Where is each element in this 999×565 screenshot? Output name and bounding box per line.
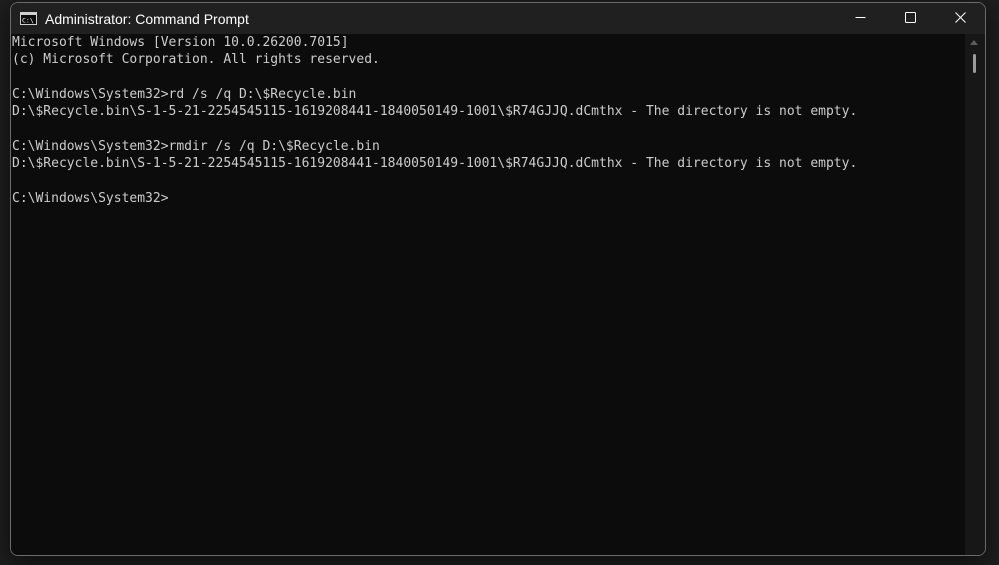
terminal-output[interactable]: Microsoft Windows [Version 10.0.26200.70…	[11, 34, 965, 555]
terminal-line: C:\Windows\System32>rd /s /q D:\$Recycle…	[12, 86, 357, 102]
maximize-button[interactable]	[885, 3, 935, 34]
terminal-line: C:\Windows\System32>rmdir /s /q D:\$Recy…	[12, 138, 380, 154]
terminal-line: D:\$Recycle.bin\S-1-5-21-2254545115-1619…	[12, 156, 858, 172]
terminal-line: Microsoft Windows [Version 10.0.26200.70…	[12, 35, 349, 50]
terminal-line: D:\$Recycle.bin\S-1-5-21-2254545115-1619…	[12, 104, 858, 120]
minimize-icon	[855, 10, 866, 28]
minimize-button[interactable]	[835, 3, 885, 34]
scroll-up-icon[interactable]	[970, 40, 978, 45]
close-button[interactable]	[935, 3, 985, 34]
close-icon	[954, 10, 966, 28]
command-prompt-window: C:\ Administrator: Command Prompt Micros…	[10, 2, 986, 556]
vertical-scrollbar[interactable]	[965, 34, 985, 555]
title-bar[interactable]: C:\ Administrator: Command Prompt	[11, 3, 985, 34]
maximize-icon	[904, 10, 916, 28]
window-title: Administrator: Command Prompt	[45, 10, 249, 27]
terminal-line: (c) Microsoft Corporation. All rights re…	[12, 52, 380, 68]
terminal-prompt-line[interactable]: C:\Windows\System32>	[11, 190, 965, 207]
svg-text:C:\: C:\	[22, 17, 34, 25]
scrollbar-thumb[interactable]	[973, 54, 976, 73]
caption-buttons	[835, 3, 985, 34]
cmd-icon[interactable]: C:\	[20, 12, 37, 25]
